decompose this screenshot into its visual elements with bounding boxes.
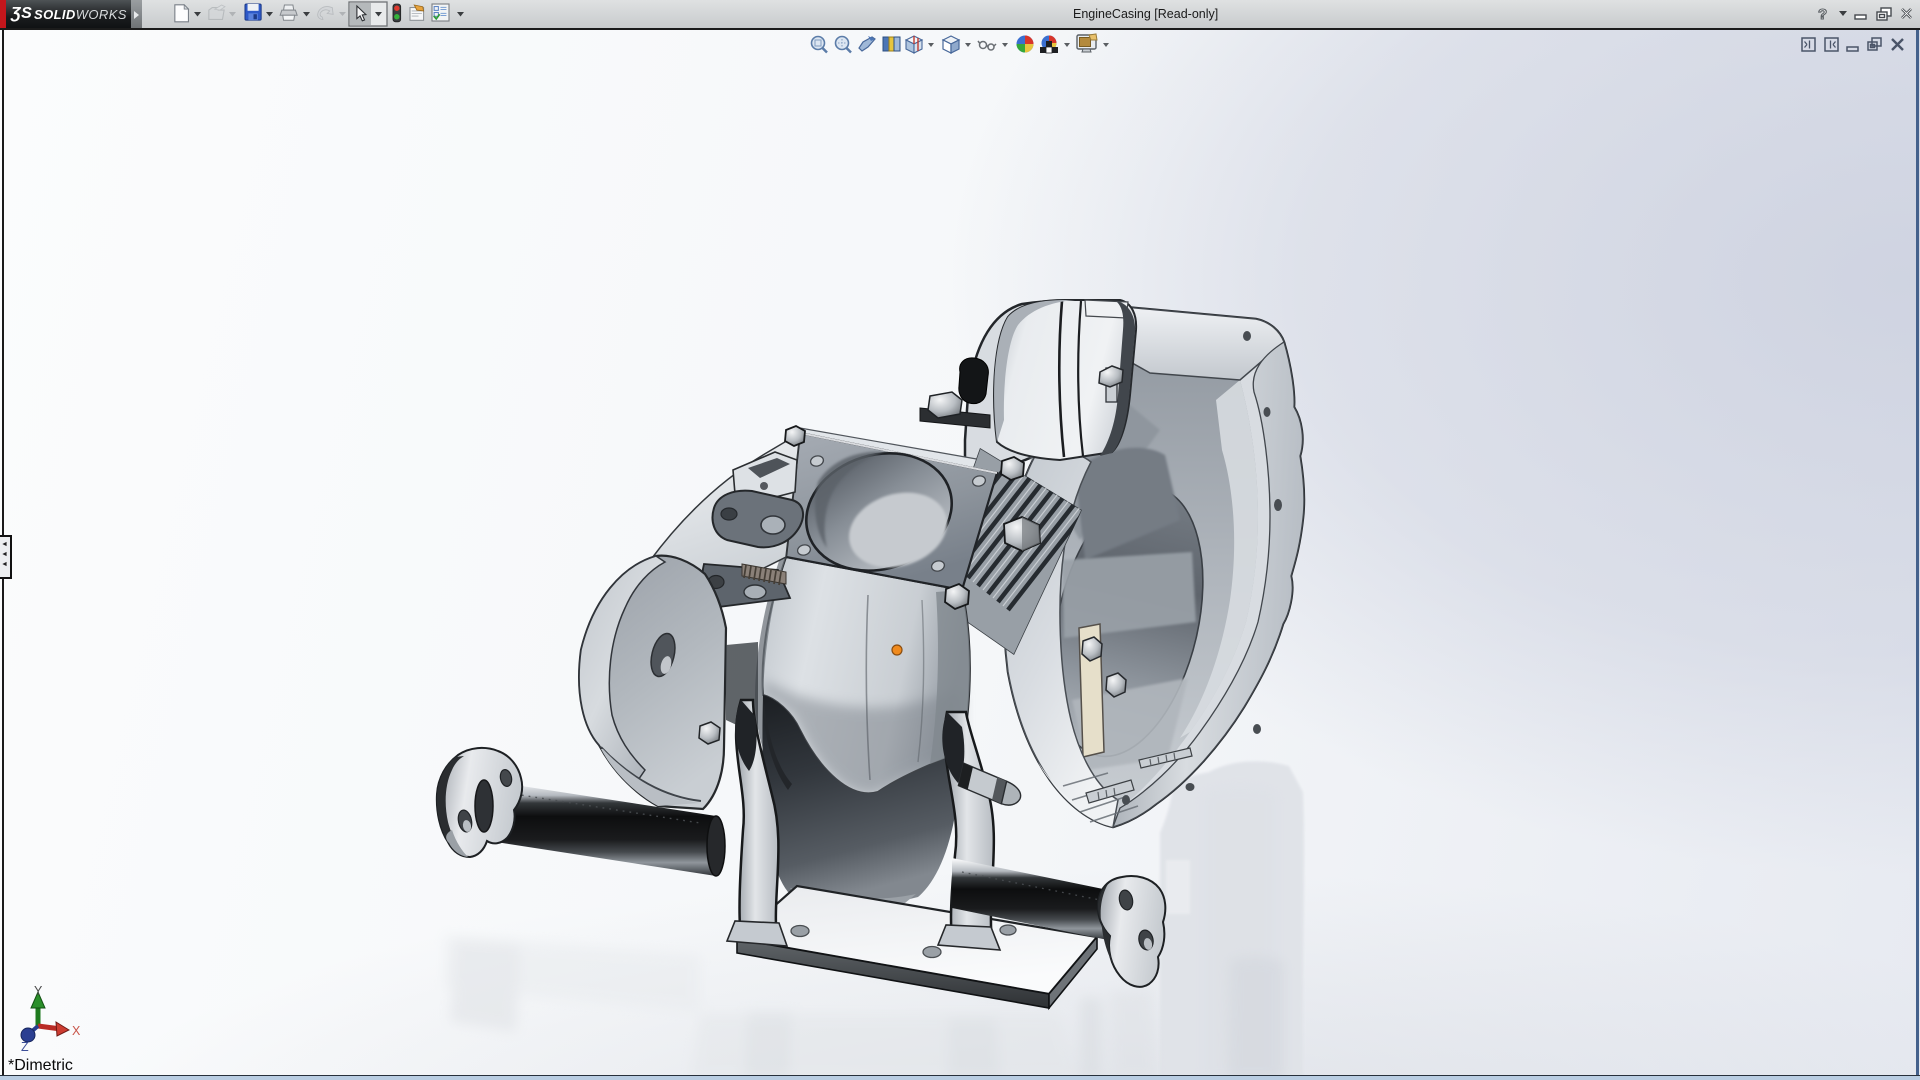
svg-text:Z: Z bbox=[21, 1040, 29, 1054]
svg-text:X: X bbox=[72, 1024, 81, 1038]
svg-text:?: ? bbox=[1818, 6, 1827, 23]
svg-text:Y: Y bbox=[34, 984, 43, 998]
